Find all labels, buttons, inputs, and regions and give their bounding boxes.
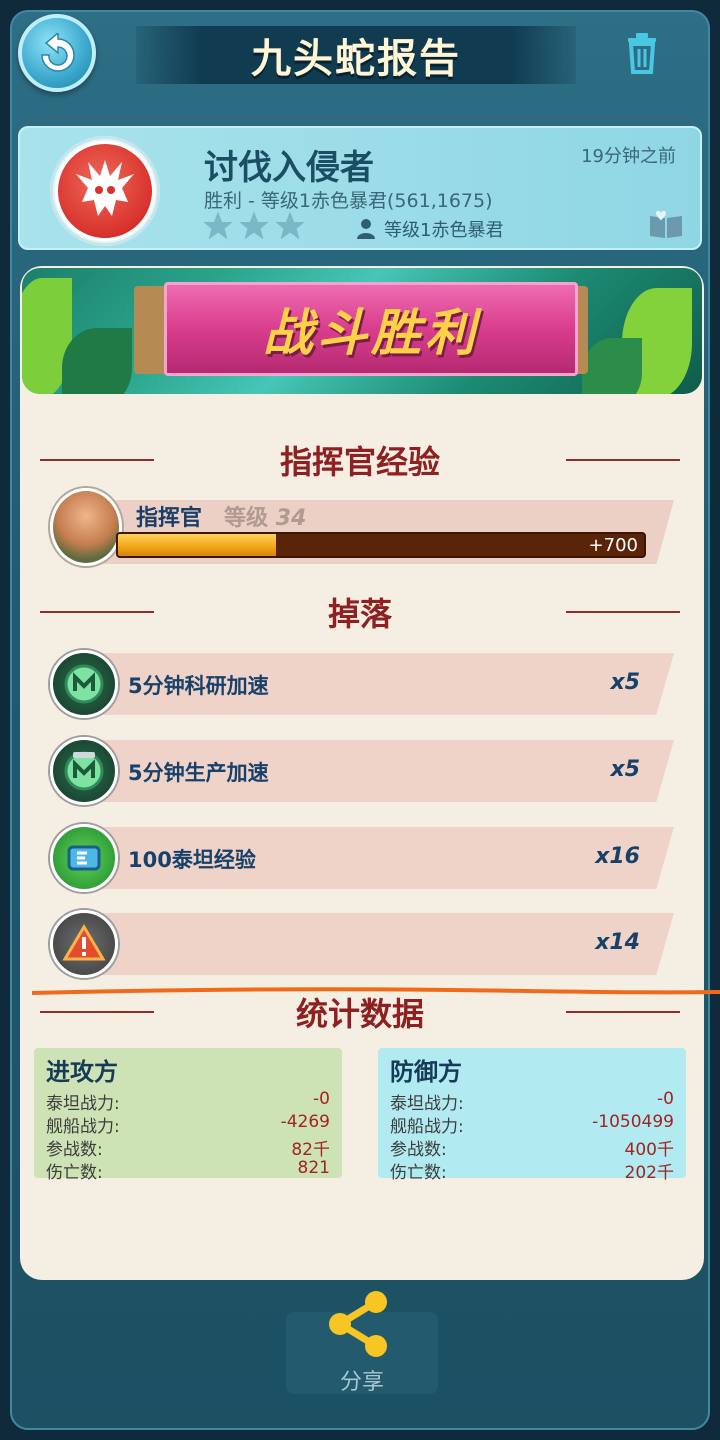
stat-row: 参战数: 82千 xyxy=(46,1135,330,1160)
loot-name: 5分钟科研加速 xyxy=(128,674,269,698)
title-bar: 九头蛇报告 xyxy=(136,26,576,84)
loot-name: 100泰坦经验 xyxy=(128,848,256,872)
share-icon xyxy=(329,1291,387,1357)
production-speedup-icon xyxy=(50,737,118,805)
stat-label: 伤亡数: xyxy=(46,1163,103,1183)
star-icon xyxy=(275,211,305,240)
user-icon xyxy=(357,219,375,239)
report-subtitle: 胜利 - 等级1赤色暴君(561,1675) xyxy=(204,190,493,212)
loot-qty: x14 xyxy=(595,930,640,955)
stat-row: 参战数: 400千 xyxy=(390,1135,674,1160)
enemy-owner: 等级1赤色暴君 xyxy=(356,216,503,242)
share-label: 分享 xyxy=(339,1370,384,1395)
owner-name: 等级1赤色暴君 xyxy=(384,220,504,241)
stat-value: -4269 xyxy=(280,1112,330,1132)
stat-value: 82千 xyxy=(291,1140,330,1160)
loot-heading: 掉落 xyxy=(40,590,680,634)
level-label: 等级 xyxy=(224,506,269,531)
share-button[interactable]: 分享 xyxy=(286,1291,438,1395)
back-arrow-icon xyxy=(41,33,75,72)
attacker-stats: 进攻方 泰坦战力: -0 舰船战力: -4269 参战数: 82千 伤亡数: 821 xyxy=(34,1048,342,1183)
commander-name: 指挥官 xyxy=(136,506,203,531)
loot-name: 5分钟生产加速 xyxy=(128,761,269,785)
loot-qty: x5 xyxy=(610,670,641,695)
titan-exp-icon xyxy=(50,824,118,892)
stat-row: 泰坦战力: -0 xyxy=(46,1089,330,1114)
stat-row: 舰船战力: -4269 xyxy=(46,1112,330,1137)
stat-label: 伤亡数: xyxy=(390,1163,447,1183)
stat-label: 泰坦战力: xyxy=(46,1094,120,1114)
commander-exp-heading: 指挥官经验 xyxy=(40,438,680,482)
bookmark-book-icon[interactable] xyxy=(648,210,684,240)
tyrant-skull-icon xyxy=(76,160,134,216)
report-time: 19分钟之前 xyxy=(581,146,676,167)
banner-ribbon: 战斗胜利 xyxy=(164,282,578,376)
loot-item: 5分钟科研加速 x5 xyxy=(48,650,676,724)
report-card: 讨伐入侵者 胜利 - 等级1赤色暴君(561,1675) 19分钟之前 等级1赤… xyxy=(18,126,702,250)
xp-progress-bar: +700 xyxy=(116,532,646,558)
loot-qty: x16 xyxy=(595,844,640,869)
stat-row: 舰船战力: -1050499 xyxy=(390,1112,674,1137)
section-title: 掉落 xyxy=(327,595,392,633)
loot-item: 100泰坦经验 x16 xyxy=(48,824,676,898)
victory-text: 战斗胜利 xyxy=(263,304,479,362)
stat-label: 泰坦战力: xyxy=(390,1094,464,1114)
loot-item: x14 xyxy=(48,910,676,984)
loot-qty: x5 xyxy=(610,757,641,782)
level-value: 34 xyxy=(275,506,307,531)
stat-label: 参战数: xyxy=(46,1140,103,1160)
star-icon xyxy=(239,211,269,240)
section-title: 统计数据 xyxy=(295,995,424,1033)
stat-row: 伤亡数: 821 xyxy=(46,1158,330,1183)
back-button[interactable] xyxy=(18,14,96,92)
stat-row: 泰坦战力: -0 xyxy=(390,1089,674,1114)
trash-icon[interactable] xyxy=(622,30,662,76)
stat-row: 伤亡数: 202千 xyxy=(390,1158,674,1183)
warning-icon xyxy=(50,910,118,978)
commander-row: 指挥官 等级 34 +700 xyxy=(50,488,676,570)
defender-title: 防御方 xyxy=(390,1058,462,1086)
loot-item: 5分钟生产加速 x5 xyxy=(48,737,676,811)
stat-label: 舰船战力: xyxy=(46,1117,120,1137)
stats-heading: 统计数据 xyxy=(40,990,680,1034)
defender-stats: 防御方 泰坦战力: -0 舰船战力: -1050499 参战数: 400千 伤亡数: 2… xyxy=(378,1048,686,1183)
enemy-emblem xyxy=(50,136,160,246)
victory-banner: 战斗胜利 xyxy=(22,268,702,394)
stat-value: -0 xyxy=(657,1089,674,1109)
stat-value: 821 xyxy=(297,1158,330,1178)
research-speedup-icon xyxy=(50,650,118,718)
stat-label: 参战数: xyxy=(390,1140,447,1160)
commander-level: 等级 34 xyxy=(224,500,306,532)
stat-value: 202千 xyxy=(624,1163,674,1183)
section-title: 指挥官经验 xyxy=(279,443,440,481)
attacker-title: 进攻方 xyxy=(46,1058,118,1086)
stat-value: -1050499 xyxy=(592,1112,674,1132)
star-rating xyxy=(202,210,306,242)
xp-gain: +700 xyxy=(588,535,638,556)
xp-progress-fill xyxy=(118,534,276,556)
stat-value: 400千 xyxy=(624,1140,674,1160)
star-icon xyxy=(203,211,233,240)
page-title: 九头蛇报告 xyxy=(251,36,461,82)
commander-avatar xyxy=(50,488,122,566)
report-title: 讨伐入侵者 xyxy=(204,148,374,188)
stat-value: -0 xyxy=(313,1089,330,1109)
stat-label: 舰船战力: xyxy=(390,1117,464,1137)
